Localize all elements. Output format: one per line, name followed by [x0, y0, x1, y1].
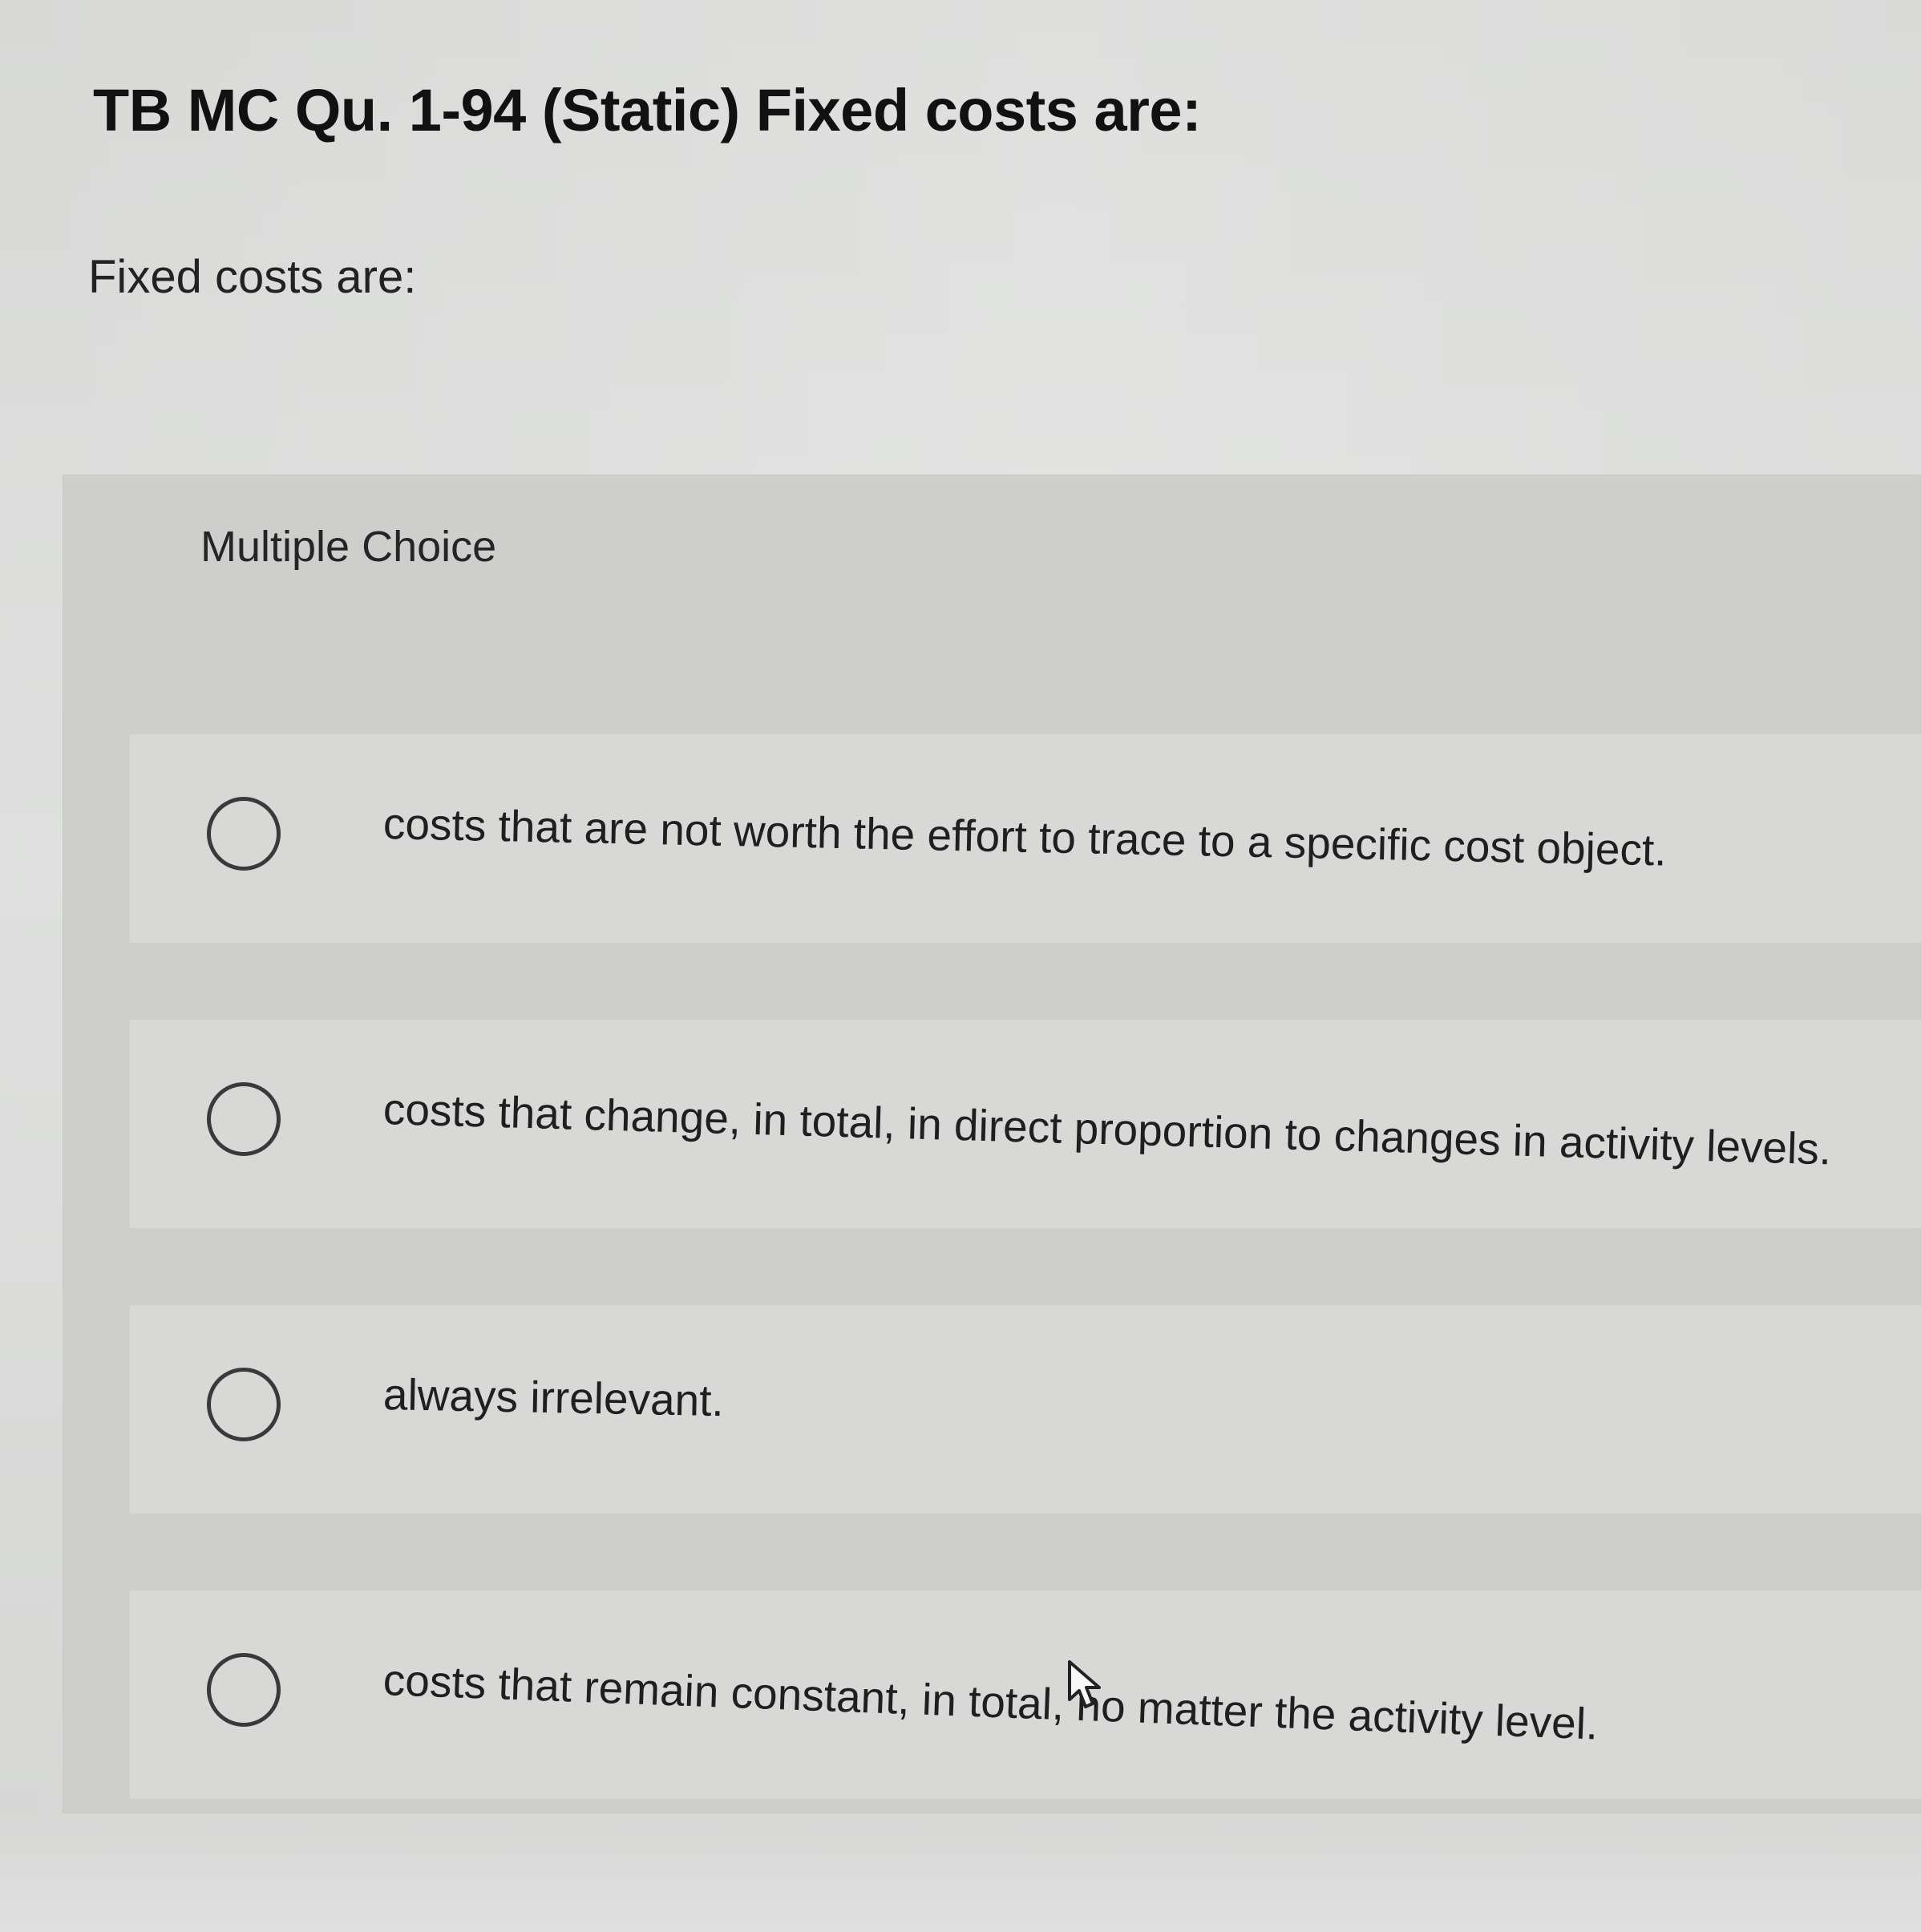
question-prompt: Fixed costs are: [88, 251, 417, 303]
answer-option-3[interactable]: always irrelevant. [130, 1305, 1921, 1514]
answer-option-label: costs that remain constant, in total, no… [382, 1655, 1599, 1749]
radio-button-icon[interactable] [207, 1368, 281, 1441]
radio-button-icon[interactable] [207, 797, 281, 871]
answer-option-2[interactable]: costs that change, in total, in direct p… [130, 1020, 1921, 1228]
answer-type-label: Multiple Choice [200, 523, 497, 571]
page-bottom-area [0, 1813, 1921, 1932]
answer-option-1[interactable]: costs that are not worth the effort to t… [130, 734, 1921, 943]
answer-options: costs that are not worth the effort to t… [130, 734, 1921, 1799]
answer-option-4[interactable]: costs that remain constant, in total, no… [130, 1590, 1921, 1799]
question-title: TB MC Qu. 1-94 (Static) Fixed costs are: [93, 77, 1202, 143]
answer-option-label: costs that are not worth the effort to t… [382, 798, 1668, 875]
answer-option-label: costs that change, in total, in direct p… [382, 1084, 1832, 1174]
radio-button-icon[interactable] [207, 1082, 281, 1156]
answer-option-label: always irrelevant. [382, 1369, 725, 1426]
radio-button-icon[interactable] [207, 1653, 281, 1727]
question-page: TB MC Qu. 1-94 (Static) Fixed costs are:… [0, 0, 1921, 1932]
multiple-choice-panel: Multiple Choice costs that are not worth… [63, 475, 1921, 1813]
